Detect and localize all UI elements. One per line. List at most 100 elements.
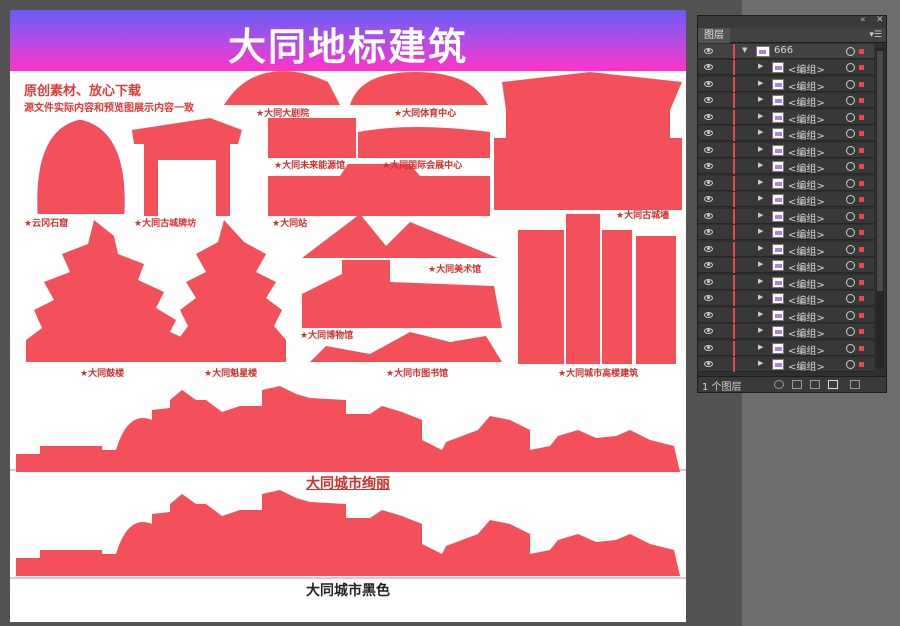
visibility-eye-icon[interactable]	[704, 278, 713, 285]
group-name[interactable]: <编组>	[788, 226, 825, 241]
target-circle-icon[interactable]	[846, 244, 855, 254]
expand-triangle-icon[interactable]: ▶	[758, 277, 763, 285]
expand-triangle-icon[interactable]: ▶	[758, 343, 763, 351]
layer-row-group[interactable]: ▶ <编组>	[698, 241, 874, 258]
selection-square-icon[interactable]	[859, 164, 864, 169]
visibility-eye-icon[interactable]	[704, 130, 713, 136]
layer-row-group[interactable]: ▶ <编组>	[698, 357, 874, 372]
selection-square-icon[interactable]	[859, 197, 864, 202]
layer-row-group[interactable]: ▶ <编组>	[698, 159, 874, 175]
expand-triangle-icon[interactable]: ▶	[758, 128, 763, 136]
group-name[interactable]: <编组>	[788, 160, 825, 175]
layer-row-group[interactable]: ▶ <编组>	[698, 192, 874, 208]
target-circle-icon[interactable]	[846, 178, 855, 188]
expand-triangle-icon[interactable]: ▶	[758, 79, 763, 87]
layer-row-group[interactable]: ▶ <编组>	[698, 225, 874, 241]
group-name[interactable]: <编组>	[788, 309, 825, 324]
layer-name[interactable]: 666	[774, 45, 793, 56]
layer-row-group[interactable]: ▶ <编组>	[698, 93, 874, 109]
group-name[interactable]: <编组>	[788, 243, 825, 258]
visibility-eye-icon[interactable]	[704, 146, 713, 153]
layer-row-group[interactable]: ▶ <编组>	[698, 291, 874, 307]
layer-row-group[interactable]: ▶ <编组>	[698, 258, 874, 274]
expand-triangle-icon[interactable]: ▶	[758, 359, 763, 367]
visibility-eye-icon[interactable]	[704, 163, 713, 169]
target-circle-icon[interactable]	[846, 211, 855, 221]
layer-row-group[interactable]: ▶ <编组>	[698, 60, 874, 76]
double-chevron-icon[interactable]: «	[860, 15, 866, 25]
expand-triangle-icon[interactable]: ▶	[758, 227, 763, 235]
selection-square-icon[interactable]	[859, 329, 864, 334]
expand-triangle-icon[interactable]: ▶	[758, 326, 763, 334]
visibility-eye-icon[interactable]	[704, 97, 713, 103]
layer-row-group[interactable]: ▶ <编组>	[698, 142, 874, 159]
group-name[interactable]: <编组>	[788, 78, 825, 93]
selection-square-icon[interactable]	[859, 49, 864, 54]
landmark-artwork[interactable]	[10, 10, 686, 622]
artboard[interactable]: 大同地标建筑 原创素材、放心下载 源文件实际内容和预览图展示内容一致 ★大同大剧…	[10, 10, 686, 622]
expand-triangle-icon[interactable]: ▶	[758, 178, 763, 186]
group-name[interactable]: <编组>	[788, 111, 825, 126]
selection-square-icon[interactable]	[859, 345, 864, 351]
panel-title-strip[interactable]: « ✕	[698, 15, 886, 28]
visibility-eye-icon[interactable]	[704, 328, 713, 334]
layer-row-group[interactable]: ▶ <编组>	[698, 324, 874, 340]
selection-square-icon[interactable]	[859, 362, 864, 367]
expand-triangle-icon[interactable]: ▶	[758, 145, 763, 153]
selection-square-icon[interactable]	[859, 312, 864, 318]
selection-square-icon[interactable]	[859, 263, 864, 268]
expand-triangle-icon[interactable]: ▼	[742, 46, 747, 54]
group-name[interactable]: <编组>	[788, 193, 825, 208]
scrollbar-thumb[interactable]	[877, 51, 883, 291]
new-sublayer-icon[interactable]	[810, 380, 820, 389]
selection-square-icon[interactable]	[859, 180, 864, 186]
target-circle-icon[interactable]	[846, 343, 855, 353]
group-name[interactable]: <编组>	[788, 127, 825, 142]
expand-triangle-icon[interactable]: ▶	[758, 112, 763, 120]
selection-square-icon[interactable]	[859, 246, 864, 252]
visibility-eye-icon[interactable]	[704, 212, 713, 219]
expand-triangle-icon[interactable]: ▶	[758, 95, 763, 103]
target-circle-icon[interactable]	[846, 129, 855, 138]
visibility-eye-icon[interactable]	[704, 113, 713, 120]
panel-scrollbar[interactable]	[876, 48, 884, 368]
selection-square-icon[interactable]	[859, 213, 864, 219]
trash-icon[interactable]	[850, 380, 860, 389]
locate-object-icon[interactable]	[774, 380, 784, 389]
group-name[interactable]: <编组>	[788, 358, 825, 372]
panel-menu-icon[interactable]: ▾☰	[869, 28, 882, 43]
selection-square-icon[interactable]	[859, 147, 864, 153]
expand-triangle-icon[interactable]: ▶	[758, 194, 763, 202]
group-name[interactable]: <编组>	[788, 61, 825, 76]
canvas-area[interactable]: 大同地标建筑 原创素材、放心下载 源文件实际内容和预览图展示内容一致 ★大同大剧…	[0, 0, 742, 626]
target-circle-icon[interactable]	[846, 162, 855, 171]
target-circle-icon[interactable]	[846, 47, 855, 56]
visibility-eye-icon[interactable]	[704, 179, 713, 186]
visibility-eye-icon[interactable]	[704, 64, 713, 70]
group-name[interactable]: <编组>	[788, 276, 825, 291]
visibility-eye-icon[interactable]	[704, 344, 713, 351]
selection-square-icon[interactable]	[859, 296, 864, 301]
target-circle-icon[interactable]	[846, 145, 855, 155]
visibility-eye-icon[interactable]	[704, 361, 713, 367]
visibility-eye-icon[interactable]	[704, 295, 713, 301]
visibility-eye-icon[interactable]	[704, 196, 713, 202]
expand-triangle-icon[interactable]: ▶	[758, 260, 763, 268]
clipping-mask-icon[interactable]	[792, 380, 802, 389]
target-circle-icon[interactable]	[846, 310, 855, 320]
target-circle-icon[interactable]	[846, 360, 855, 369]
layer-row-group[interactable]: ▶ <编组>	[698, 109, 874, 126]
visibility-eye-icon[interactable]	[704, 311, 713, 318]
target-circle-icon[interactable]	[846, 63, 855, 72]
visibility-eye-icon[interactable]	[704, 48, 713, 54]
selection-square-icon[interactable]	[859, 279, 864, 285]
group-name[interactable]: <编组>	[788, 259, 825, 274]
selection-square-icon[interactable]	[859, 131, 864, 136]
target-circle-icon[interactable]	[846, 261, 855, 270]
visibility-eye-icon[interactable]	[704, 80, 713, 87]
visibility-eye-icon[interactable]	[704, 245, 713, 252]
target-circle-icon[interactable]	[846, 96, 855, 105]
expand-triangle-icon[interactable]: ▶	[758, 244, 763, 252]
group-name[interactable]: <编组>	[788, 292, 825, 307]
layer-row-group[interactable]: ▶ <编组>	[698, 274, 874, 291]
